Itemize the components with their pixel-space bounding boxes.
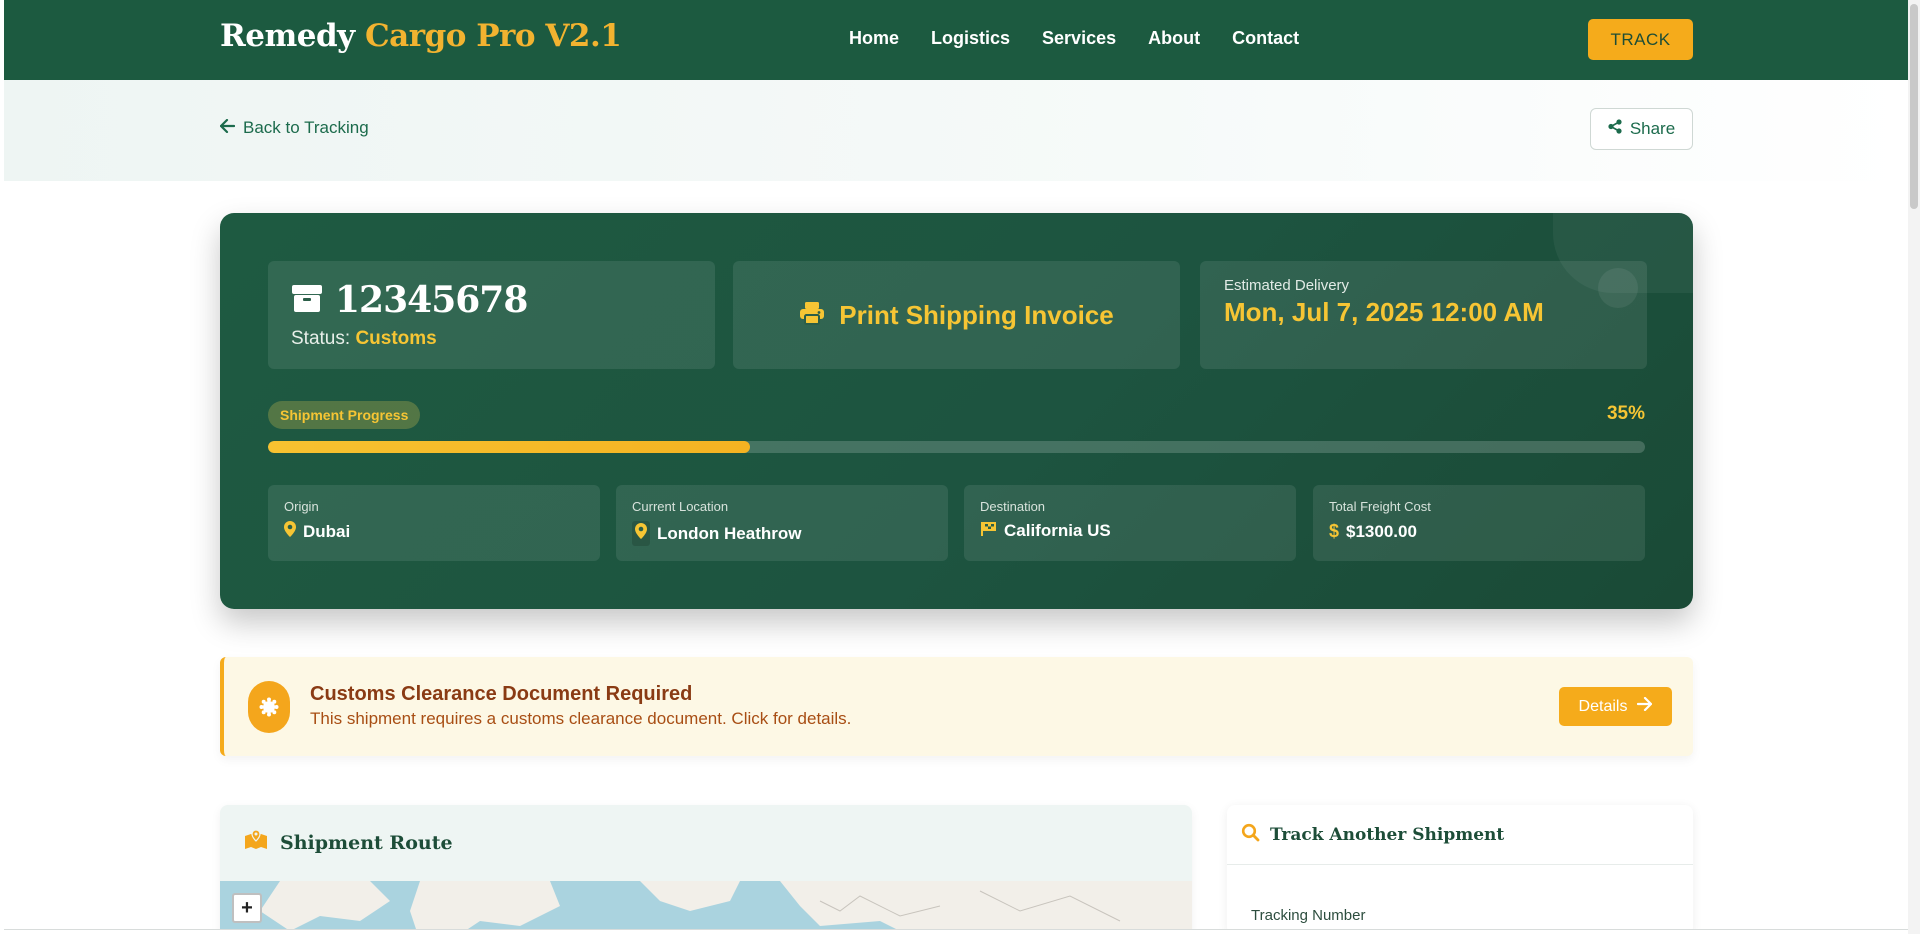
status-label: Status:: [291, 328, 351, 349]
tracking-box: 12345678 Status: Customs: [268, 261, 715, 369]
details-button[interactable]: Details: [1559, 687, 1672, 726]
origin-box: Origin Dubai: [268, 485, 600, 561]
progress-percent: 35%: [1606, 403, 1645, 424]
track-another-title: Track Another Shipment: [1270, 824, 1505, 845]
flag-icon: [980, 521, 997, 541]
tracking-number-field-label: Tracking Number: [1251, 907, 1366, 924]
current-location-value: London Heathrow: [657, 523, 802, 543]
share-label: Share: [1629, 119, 1676, 138]
route-map[interactable]: +: [220, 881, 1192, 929]
origin-value: Dubai: [303, 521, 351, 541]
destination-row: California US: [980, 521, 1111, 541]
brand-main: Remedy: [220, 18, 355, 54]
destination-label: Destination: [980, 499, 1046, 514]
shipment-summary-card: 12345678 Status: Customs Print Shipping …: [220, 213, 1693, 609]
freight-cost-label: Total Freight Cost: [1329, 499, 1431, 514]
estimated-delivery-box: Estimated Delivery Mon, Jul 7, 2025 12:0…: [1200, 261, 1647, 369]
arrow-right-icon: [1637, 696, 1653, 716]
map-pin-icon: [632, 521, 650, 546]
nav-logistics[interactable]: Logistics: [931, 28, 1010, 49]
customs-alert[interactable]: Customs Clearance Document Required This…: [220, 657, 1693, 756]
nav-contact[interactable]: Contact: [1232, 28, 1299, 49]
back-to-tracking-link[interactable]: Back to Tracking: [219, 118, 369, 138]
back-link-label: Back to Tracking: [243, 118, 369, 137]
track-another-card: Track Another Shipment Tracking Number: [1227, 805, 1693, 929]
certificate-icon: [248, 681, 290, 733]
freight-cost-value: $1300.00: [1346, 521, 1417, 541]
estimated-delivery-label: Estimated Delivery: [1224, 277, 1350, 294]
map-zoom-in-button[interactable]: +: [232, 893, 262, 923]
status-value: Customs: [355, 328, 437, 349]
nav-about[interactable]: About: [1148, 28, 1200, 49]
freight-cost-box: Total Freight Cost $ $1300.00: [1313, 485, 1645, 561]
page: Remedy Cargo Pro V2.1 Home Logistics Ser…: [4, 0, 1908, 930]
estimated-delivery-value: Mon, Jul 7, 2025 12:00 AM: [1224, 297, 1544, 327]
scrollbar-thumb[interactable]: [1910, 4, 1918, 209]
destination-box: Destination California US: [964, 485, 1296, 561]
page-scrollbar[interactable]: [1908, 0, 1920, 934]
progress-label: Shipment Progress: [268, 401, 421, 429]
arrow-left-icon: [219, 118, 236, 138]
alert-title: Customs Clearance Document Required: [310, 683, 693, 705]
nav-services[interactable]: Services: [1042, 28, 1116, 49]
progress-bar-fill: [268, 441, 750, 453]
track-another-header: Track Another Shipment: [1227, 805, 1693, 865]
shipment-route-card: Shipment Route +: [220, 805, 1192, 929]
current-location-label: Current Location: [632, 499, 729, 514]
destination-value: California US: [1004, 521, 1111, 540]
sub-bar: Back to Tracking Share: [4, 80, 1908, 181]
tracking-number: 12345678: [335, 279, 528, 321]
status-line: Status: Customs: [291, 328, 437, 350]
tracking-number-row: 12345678: [291, 279, 528, 321]
route-header: Shipment Route: [244, 829, 453, 855]
dollar-icon: $: [1329, 521, 1340, 541]
map-pin-icon: [284, 521, 296, 542]
brand-logo[interactable]: Remedy Cargo Pro V2.1: [220, 18, 622, 54]
main-nav: Home Logistics Services About Contact: [849, 28, 1299, 49]
print-invoice-button[interactable]: Print Shipping Invoice: [733, 261, 1180, 369]
site-header: Remedy Cargo Pro V2.1 Home Logistics Ser…: [4, 0, 1908, 80]
print-invoice-label: Print Shipping Invoice: [839, 299, 1114, 330]
progress-bar: [268, 441, 1645, 453]
box-icon: [291, 283, 323, 318]
share-icon: [1608, 119, 1622, 139]
route-title: Shipment Route: [280, 831, 453, 854]
printer-icon: [799, 300, 825, 331]
search-icon: [1241, 823, 1260, 847]
map-icon: [244, 829, 268, 855]
current-location-box: Current Location London Heathrow: [616, 485, 948, 561]
brand-accent: Cargo Pro V2.1: [365, 18, 622, 54]
track-button[interactable]: TRACK: [1588, 19, 1693, 60]
alert-text: This shipment requires a customs clearan…: [310, 709, 852, 728]
current-location-row: London Heathrow: [632, 521, 801, 546]
details-label: Details: [1578, 697, 1628, 715]
origin-label: Origin: [284, 499, 319, 514]
nav-home[interactable]: Home: [849, 28, 899, 49]
freight-cost-row: $ $1300.00: [1329, 521, 1417, 542]
origin-row: Dubai: [284, 521, 350, 542]
share-button[interactable]: Share: [1590, 108, 1693, 150]
